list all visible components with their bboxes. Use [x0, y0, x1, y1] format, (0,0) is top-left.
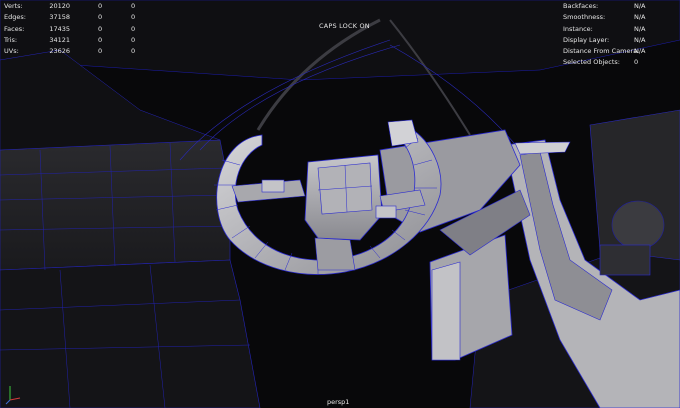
- hud-row-tris: Tris: 34121 0 0: [4, 35, 144, 46]
- hud-label: Verts:: [4, 2, 23, 10]
- hud-label: Instance:: [563, 24, 593, 33]
- hud-value: N/A: [634, 13, 646, 22]
- hud-value: 0: [131, 47, 136, 56]
- hud-label: Backfaces:: [563, 2, 599, 10]
- axis-x-line: [9, 397, 21, 401]
- hud-label: Display Layer:: [563, 35, 610, 44]
- camera-name-label: persp1: [327, 398, 350, 406]
- hud-label: Distance From Camera:: [563, 47, 640, 56]
- hud-value: 23626: [49, 47, 70, 56]
- hud-value: 0: [634, 58, 639, 67]
- hud-value: N/A: [634, 35, 646, 44]
- hud-row-display-layer: Display Layer: N/A: [563, 35, 673, 46]
- hud-value: N/A: [634, 24, 646, 33]
- hud-value: 0: [98, 47, 103, 56]
- hud-value: 37158: [49, 13, 70, 22]
- hud-value: 0: [131, 2, 136, 10]
- hud-value: 0: [98, 24, 103, 33]
- hud-row-edges: Edges: 37158 0 0: [4, 12, 144, 23]
- console-top-plate: [514, 141, 571, 155]
- maya-perspective-viewport[interactable]: Verts: 20120 0 0 Edges: 37158 0 0 Faces:…: [0, 0, 680, 408]
- poly-count-hud: Verts: 20120 0 0 Edges: 37158 0 0 Faces:…: [4, 1, 144, 57]
- hud-row-backfaces: Backfaces: N/A: [563, 1, 673, 12]
- axis-z-line: [5, 399, 11, 405]
- hud-label: Tris:: [4, 35, 18, 44]
- object-details-hud: Backfaces: N/A Smoothness: N/A Instance:…: [563, 1, 673, 69]
- hud-label: Selected Objects:: [563, 58, 620, 67]
- right-paddle: [375, 205, 397, 219]
- gear-base: [599, 244, 651, 276]
- hud-value: N/A: [634, 2, 646, 10]
- dashboard-left-lower: [0, 259, 261, 408]
- hud-value: 0: [98, 13, 103, 22]
- hud-row-instance: Instance: N/A: [563, 24, 673, 35]
- hud-row-selected-objects: Selected Objects: 0: [563, 57, 673, 68]
- hud-row-distance: Distance From Camera: N/A: [563, 46, 673, 57]
- hud-label: Smoothness:: [563, 13, 606, 22]
- hud-label: Faces:: [4, 24, 25, 33]
- lower-spoke: [314, 237, 356, 271]
- gear-knob: [611, 200, 665, 250]
- hud-label: Edges:: [4, 13, 26, 22]
- hud-row-faces: Faces: 17435 0 0: [4, 24, 144, 35]
- hud-value: 17435: [49, 24, 70, 33]
- hud-value: N/A: [634, 47, 646, 56]
- hud-row-uvs: UVs: 23626 0 0: [4, 46, 144, 57]
- hud-row-smoothness: Smoothness: N/A: [563, 12, 673, 23]
- hud-value: 0: [98, 35, 103, 44]
- lower-console-face: [431, 261, 461, 361]
- hud-value: 0: [131, 13, 136, 22]
- hud-value: 0: [131, 35, 136, 44]
- hud-label: UVs:: [4, 47, 19, 56]
- left-paddle: [261, 179, 285, 193]
- caps-lock-indicator: CAPS LOCK ON: [319, 22, 370, 30]
- dashboard-upper: [0, 139, 231, 271]
- hud-value: 0: [131, 24, 136, 33]
- view-axis-icon: [5, 386, 21, 405]
- hud-row-verts: Verts: 20120 0 0: [4, 1, 144, 12]
- hud-value: 34121: [49, 35, 70, 44]
- hud-value: 0: [98, 2, 103, 10]
- hud-value: 20120: [49, 2, 70, 10]
